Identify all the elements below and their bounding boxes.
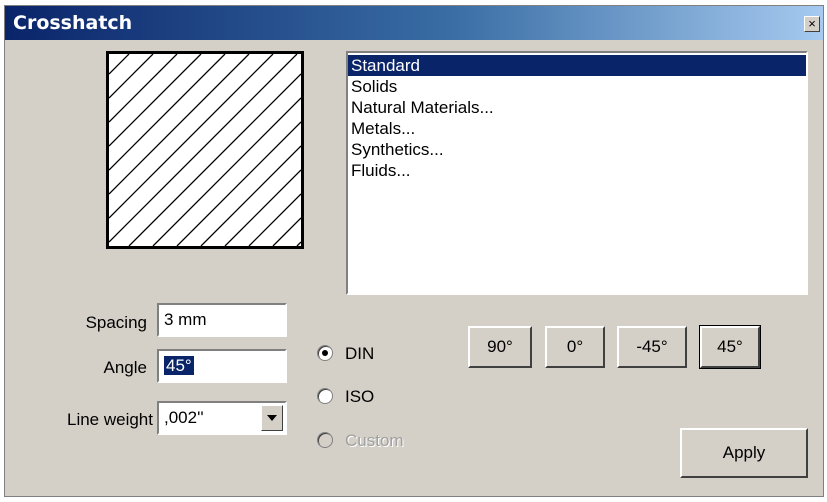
list-item[interactable]: Fluids... (348, 160, 806, 181)
spacing-label: Spacing (85, 313, 147, 332)
angle-45-button[interactable]: 45° (699, 325, 761, 369)
list-item[interactable]: Standard (348, 55, 806, 76)
dropdown-arrow-icon[interactable] (261, 405, 283, 431)
list-item[interactable]: Natural Materials... (348, 97, 806, 118)
apply-button[interactable]: Apply (680, 428, 808, 478)
spacing-input[interactable]: 3 mm (157, 303, 287, 337)
line-weight-value: ,002'' (164, 408, 204, 427)
angle-minus-45-button[interactable]: -45° (617, 326, 687, 368)
spacing-value: 3 mm (164, 310, 207, 329)
angle-label: Angle (103, 358, 147, 377)
din-label[interactable]: DIN (345, 344, 374, 364)
title-bar[interactable]: Crosshatch × (5, 6, 823, 40)
angle-90-button[interactable]: 90° (468, 326, 532, 368)
list-item[interactable]: Solids (348, 76, 806, 97)
list-item[interactable]: Metals... (348, 118, 806, 139)
angle-value: 45° (164, 356, 194, 375)
din-radio[interactable] (317, 345, 333, 361)
custom-label: Custom (345, 431, 404, 450)
list-item[interactable]: Synthetics... (348, 139, 806, 160)
custom-radio (317, 432, 333, 448)
window-title: Crosshatch (13, 12, 133, 34)
hatch-preview (106, 51, 304, 249)
pattern-listbox[interactable]: Standard Solids Natural Materials... Met… (346, 51, 808, 295)
line-weight-label: Line weight (66, 410, 153, 429)
iso-label[interactable]: ISO (345, 387, 374, 407)
iso-radio[interactable] (317, 388, 333, 404)
close-icon[interactable]: × (804, 16, 820, 32)
angle-0-button[interactable]: 0° (545, 326, 605, 368)
line-weight-select[interactable]: ,002'' (157, 401, 287, 435)
hatch-pattern (109, 54, 301, 246)
crosshatch-dialog: Crosshatch × Standard Solids Natural Mat… (4, 5, 824, 497)
angle-input[interactable]: 45° (157, 349, 287, 383)
